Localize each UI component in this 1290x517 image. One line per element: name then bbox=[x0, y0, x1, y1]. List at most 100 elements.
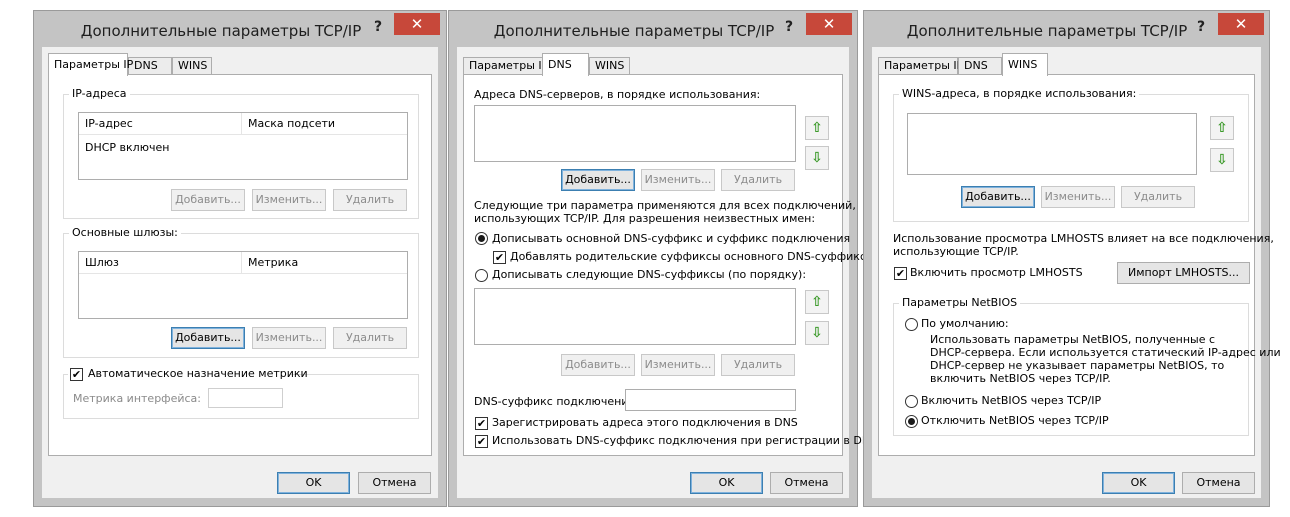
tab-wins[interactable]: WINS bbox=[1002, 53, 1048, 76]
title-bar[interactable]: Дополнительные параметры TCP/IP ? ✕ bbox=[864, 11, 1269, 47]
lmhosts-label[interactable]: Включить просмотр LMHOSTS bbox=[910, 266, 1083, 279]
suffix-add-button[interactable]: Добавить... bbox=[561, 354, 635, 376]
tab-ip-settings[interactable]: Параметры IP bbox=[878, 57, 963, 75]
auto-metric-checkbox[interactable]: ✔ bbox=[70, 368, 83, 381]
netbios-default-label[interactable]: По умолчанию: bbox=[921, 317, 1009, 330]
dns-remove-button[interactable]: Удалить bbox=[721, 169, 795, 191]
cancel-button[interactable]: Отмена bbox=[770, 472, 843, 494]
suffix-edit-button[interactable]: Изменить... bbox=[641, 354, 715, 376]
title-bar[interactable]: Дополнительные параметры TCP/IP ? ✕ bbox=[449, 11, 857, 47]
wins-address-list[interactable] bbox=[907, 113, 1197, 175]
wins-addresses-legend: WINS-адреса, в порядке использования: bbox=[899, 87, 1140, 100]
gateway-add-button[interactable]: Добавить... bbox=[171, 327, 245, 349]
connection-suffix-input[interactable] bbox=[625, 389, 796, 411]
interface-metric-input[interactable] bbox=[208, 388, 283, 408]
tab-dns[interactable]: DNS bbox=[128, 57, 172, 75]
netbios-disable-label[interactable]: Отключить NetBIOS через TCP/IP bbox=[921, 414, 1109, 427]
register-dns-checkbox[interactable]: ✔ bbox=[475, 417, 488, 430]
close-button[interactable]: ✕ bbox=[394, 13, 440, 35]
ip-addresses-legend: IP-адреса bbox=[69, 87, 130, 100]
col-ip-address[interactable]: IP-адрес bbox=[85, 117, 133, 130]
help-button[interactable]: ? bbox=[367, 17, 389, 37]
close-button[interactable]: ✕ bbox=[806, 13, 852, 35]
parent-suffix-checkbox[interactable]: ✔ bbox=[493, 251, 506, 264]
title-bar[interactable]: Дополнительные параметры TCP/IP ? ✕ bbox=[34, 11, 446, 47]
register-dns-label[interactable]: Зарегистрировать адреса этого подключени… bbox=[492, 416, 798, 429]
dns-servers-label: Адреса DNS-серверов, в порядке использов… bbox=[474, 88, 761, 101]
col-subnet-mask[interactable]: Маска подсети bbox=[248, 117, 335, 130]
tab-panel-dns: Адреса DNS-серверов, в порядке использов… bbox=[463, 74, 877, 456]
append-primary-radio[interactable] bbox=[475, 232, 488, 245]
append-list-radio[interactable] bbox=[475, 269, 488, 282]
dns-move-down-button[interactable]: ⇩ bbox=[805, 146, 829, 170]
ip-remove-button[interactable]: Удалить bbox=[333, 189, 407, 211]
dialog-client: Параметры IP WINS DNS Адреса DNS-серверо… bbox=[457, 47, 877, 498]
gateway-edit-button[interactable]: Изменить... bbox=[252, 327, 326, 349]
tab-wins[interactable]: WINS bbox=[172, 57, 212, 75]
dns-servers-list[interactable] bbox=[474, 105, 796, 162]
column-divider bbox=[241, 113, 242, 135]
netbios-default-desc-3: DHCP-сервер не указывает параметры NetBI… bbox=[930, 359, 1225, 372]
suffix-move-up-button[interactable]: ⇧ bbox=[805, 290, 829, 314]
dhcp-enabled-row[interactable]: DHCP включен bbox=[85, 141, 169, 154]
ok-button[interactable]: OK bbox=[277, 472, 350, 494]
tab-ip-settings[interactable]: Параметры IP bbox=[463, 57, 548, 75]
wins-remove-button[interactable]: Удалить bbox=[1121, 186, 1195, 208]
dns-move-up-button[interactable]: ⇧ bbox=[805, 116, 829, 140]
netbios-enable-label[interactable]: Включить NetBIOS через TCP/IP bbox=[921, 394, 1101, 407]
netbios-default-desc-1: Использовать параметры NetBIOS, полученн… bbox=[930, 333, 1216, 346]
wins-add-button[interactable]: Добавить... bbox=[961, 186, 1035, 208]
connection-suffix-label: DNS-суффикс подключения: bbox=[474, 395, 639, 408]
netbios-default-desc-4: включить NetBIOS через TCP/IP. bbox=[930, 372, 1111, 385]
tab-dns[interactable]: DNS bbox=[542, 53, 589, 76]
cancel-button[interactable]: Отмена bbox=[1182, 472, 1255, 494]
dialog-ip-settings: Дополнительные параметры TCP/IP ? ✕ DNS … bbox=[33, 10, 447, 507]
tab-ip-settings[interactable]: Параметры IP bbox=[48, 53, 133, 76]
ip-add-button[interactable]: Добавить... bbox=[171, 189, 245, 211]
tab-panel-wins: WINS-адреса, в порядке использования: ⇧ … bbox=[878, 74, 1281, 456]
use-suffix-checkbox[interactable]: ✔ bbox=[475, 435, 488, 448]
dialog-title: Дополнительные параметры TCP/IP bbox=[493, 22, 775, 40]
append-primary-label[interactable]: Дописывать основной DNS-суффикс и суффик… bbox=[492, 232, 850, 245]
dns-suffix-list[interactable] bbox=[474, 288, 796, 345]
help-button[interactable]: ? bbox=[778, 17, 800, 37]
netbios-default-radio[interactable] bbox=[905, 318, 918, 331]
use-suffix-label[interactable]: Использовать DNS-суффикс подключения при… bbox=[492, 434, 877, 447]
import-lmhosts-button[interactable]: Импорт LMHOSTS... bbox=[1117, 262, 1250, 284]
cancel-button[interactable]: Отмена bbox=[358, 472, 431, 494]
lmhosts-checkbox[interactable]: ✔ bbox=[894, 267, 907, 280]
ip-edit-button[interactable]: Изменить... bbox=[252, 189, 326, 211]
wins-edit-button[interactable]: Изменить... bbox=[1041, 186, 1115, 208]
arrow-down-icon: ⇩ bbox=[811, 325, 823, 341]
auto-metric-option: ✔ Автоматическое назначение метрики bbox=[68, 367, 308, 382]
arrow-down-icon: ⇩ bbox=[811, 150, 823, 166]
wins-move-down-button[interactable]: ⇩ bbox=[1210, 148, 1234, 172]
dialog-dns: Дополнительные параметры TCP/IP ? ✕ Пара… bbox=[448, 10, 877, 507]
netbios-enable-radio[interactable] bbox=[905, 395, 918, 408]
append-list-label[interactable]: Дописывать следующие DNS-суффиксы (по по… bbox=[492, 268, 806, 281]
dns-add-button[interactable]: Добавить... bbox=[561, 169, 635, 191]
suffix-move-down-button[interactable]: ⇩ bbox=[805, 321, 829, 345]
tab-dns[interactable]: DNS bbox=[958, 57, 1002, 75]
dialog-client: DNS WINS Параметры IP IP-адреса IP-адрес… bbox=[42, 47, 438, 498]
lmhosts-info-line-1: Использование просмотра LMHOSTS влияет н… bbox=[893, 232, 1274, 245]
suffix-remove-button[interactable]: Удалить bbox=[721, 354, 795, 376]
col-gateway[interactable]: Шлюз bbox=[85, 256, 119, 269]
ok-button[interactable]: OK bbox=[690, 472, 763, 494]
tab-wins[interactable]: WINS bbox=[589, 57, 630, 75]
gateways-legend: Основные шлюзы: bbox=[69, 226, 181, 239]
netbios-disable-radio[interactable] bbox=[905, 415, 918, 428]
dns-edit-button[interactable]: Изменить... bbox=[641, 169, 715, 191]
dialog-title: Дополнительные параметры TCP/IP bbox=[906, 22, 1188, 40]
help-button[interactable]: ? bbox=[1190, 17, 1212, 37]
close-button[interactable]: ✕ bbox=[1218, 13, 1264, 35]
col-metric[interactable]: Метрика bbox=[248, 256, 298, 269]
gateway-remove-button[interactable]: Удалить bbox=[333, 327, 407, 349]
ip-address-list[interactable]: IP-адрес Маска подсети DHCP включен bbox=[78, 112, 408, 180]
parent-suffix-label[interactable]: Добавлять родительские суффиксы основног… bbox=[510, 250, 873, 263]
wins-move-up-button[interactable]: ⇧ bbox=[1210, 116, 1234, 140]
gateway-list[interactable]: Шлюз Метрика bbox=[78, 251, 408, 319]
auto-metric-label[interactable]: Автоматическое назначение метрики bbox=[88, 367, 308, 380]
ok-button[interactable]: OK bbox=[1102, 472, 1175, 494]
netbios-group: Параметры NetBIOS По умолчанию: Использо… bbox=[893, 296, 1281, 436]
